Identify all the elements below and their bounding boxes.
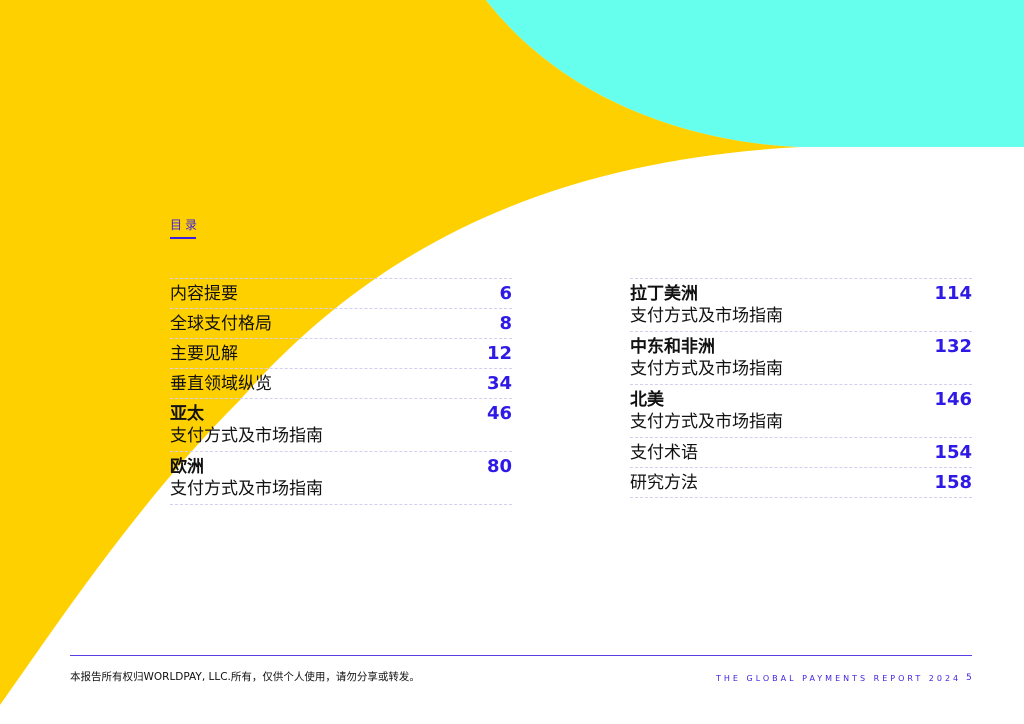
toc-entry-page: 34 (486, 373, 512, 394)
toc-entry[interactable]: 亚太 支付方式及市场指南 46 (170, 398, 512, 451)
toc-entry[interactable]: 全球支付格局 8 (170, 308, 512, 338)
toc-entry[interactable]: 垂直领域纵览 34 (170, 368, 512, 398)
toc-entry-title: 北美 (630, 390, 664, 410)
page-number: 5 (966, 673, 972, 683)
toc-entry-subtitle: 支付方式及市场指南 (630, 359, 783, 379)
report-name: THE GLOBAL PAYMENTS REPORT 2024 (716, 674, 962, 683)
toc-entry-subtitle: 支付方式及市场指南 (170, 479, 323, 499)
footer-divider (70, 655, 972, 656)
toc-entry[interactable]: 欧洲 支付方式及市场指南 80 (170, 451, 512, 505)
toc-entry-title: 垂直领域纵览 (170, 374, 272, 394)
toc-entry-title: 欧洲 (170, 457, 204, 477)
copyright-notice: 本报告所有权归WORLDPAY, LLC.所有，仅供个人使用，请勿分享或转发。 (70, 671, 420, 683)
toc-entry-title: 亚太 (170, 404, 204, 424)
toc-entry-page: 132 (934, 336, 972, 357)
toc-left-column: 内容提要 6 全球支付格局 8 主要见解 12 垂直领域纵览 34 亚太 支付方式及市场指南 46 欧… (170, 278, 512, 505)
toc-entry-title: 拉丁美洲 (630, 284, 698, 304)
toc-entry[interactable]: 拉丁美洲 支付方式及市场指南 114 (630, 278, 972, 331)
toc-entry-page: 46 (486, 403, 512, 424)
toc-right-column: 拉丁美洲 支付方式及市场指南 114 中东和非洲 支付方式及市场指南 132 北美 支付方式及… (630, 278, 972, 498)
toc-entry-page: 114 (934, 283, 972, 304)
toc-entry-subtitle: 支付方式及市场指南 (630, 306, 783, 326)
toc-entry-title: 研究方法 (630, 473, 698, 493)
toc-entry-title: 全球支付格局 (170, 314, 272, 334)
toc-entry-page: 154 (934, 442, 972, 463)
toc-entry-subtitle: 支付方式及市场指南 (630, 412, 783, 432)
toc-entry[interactable]: 主要见解 12 (170, 338, 512, 368)
toc-entry-page: 12 (486, 343, 512, 364)
toc-entry-title: 内容提要 (170, 284, 238, 304)
toc-entry-title: 支付术语 (630, 443, 698, 463)
toc-entry-page: 80 (486, 456, 512, 477)
toc-heading-underline (170, 237, 196, 239)
toc-entry-page: 6 (499, 283, 512, 304)
toc-entry[interactable]: 中东和非洲 支付方式及市场指南 132 (630, 331, 972, 384)
toc-entry-page: 158 (934, 472, 972, 493)
toc-entry[interactable]: 内容提要 6 (170, 278, 512, 308)
toc-entry[interactable]: 研究方法 158 (630, 467, 972, 498)
toc-entry[interactable]: 北美 支付方式及市场指南 146 (630, 384, 972, 437)
toc-entry-page: 8 (499, 313, 512, 334)
toc-entry-title: 中东和非洲 (630, 337, 715, 357)
toc-entry[interactable]: 支付术语 154 (630, 437, 972, 467)
toc-entry-subtitle: 支付方式及市场指南 (170, 426, 323, 446)
toc-heading: 目录 (170, 218, 201, 232)
toc-entry-page: 146 (934, 389, 972, 410)
toc-entry-title: 主要见解 (170, 344, 238, 364)
